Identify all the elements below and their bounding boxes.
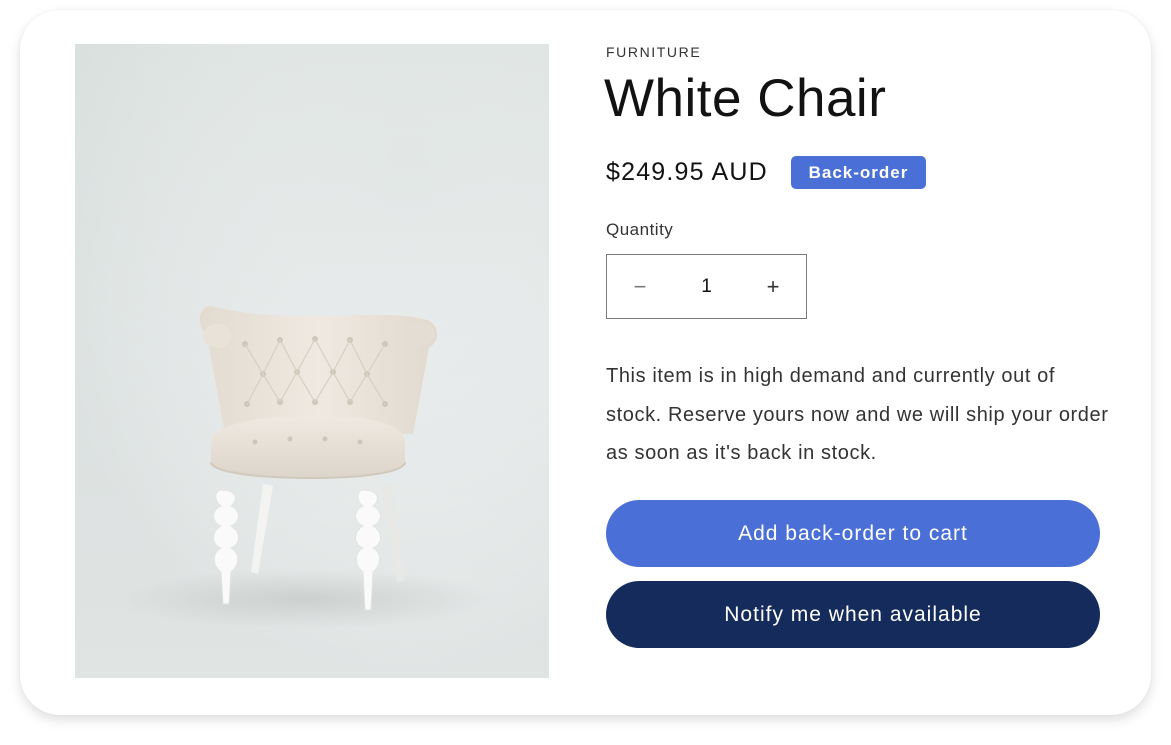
- status-badge: Back-order: [791, 156, 926, 189]
- product-image: [75, 44, 549, 678]
- plus-icon[interactable]: +: [740, 255, 806, 318]
- add-back-order-button[interactable]: Add back-order to cart: [606, 500, 1100, 567]
- notify-me-button[interactable]: Notify me when available: [606, 581, 1100, 648]
- product-description: This item is in high demand and currentl…: [606, 365, 1109, 464]
- minus-icon[interactable]: −: [607, 255, 673, 318]
- product-price: $249.95 AUD: [606, 158, 768, 186]
- quantity-stepper: − 1 +: [606, 254, 807, 319]
- product-category: FURNITURE: [606, 44, 702, 60]
- product-title: White Chair: [604, 69, 887, 128]
- quantity-input[interactable]: 1: [673, 276, 740, 298]
- quantity-label: Quantity: [606, 220, 674, 239]
